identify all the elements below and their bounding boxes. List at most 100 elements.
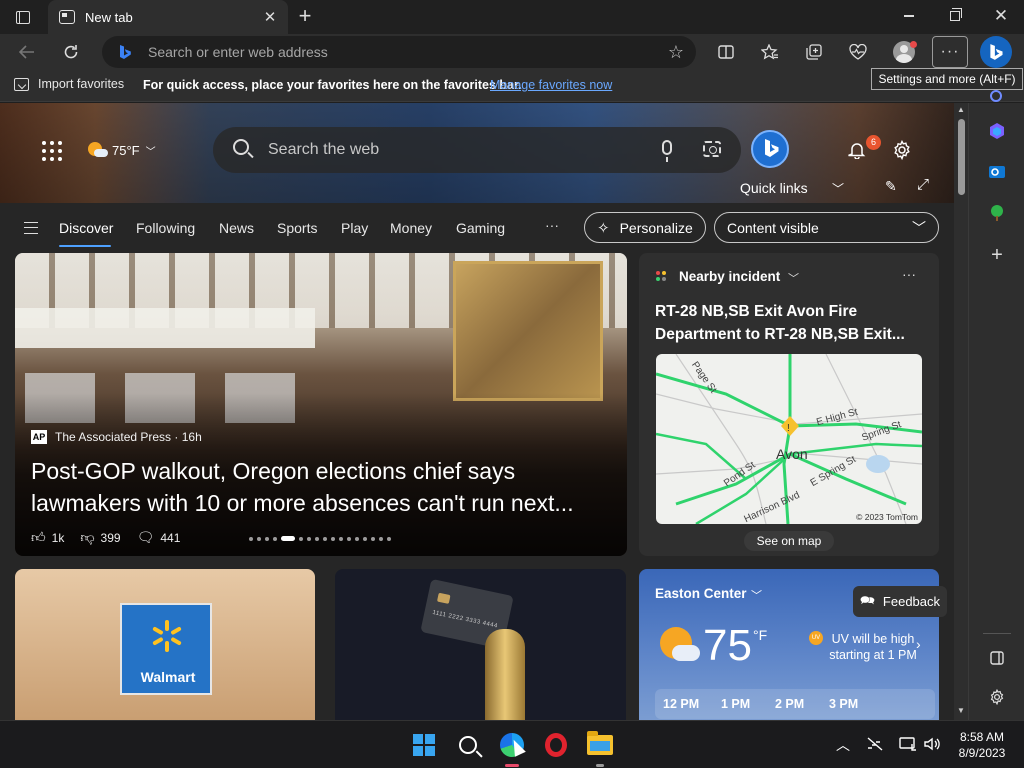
- edit-background-icon[interactable]: ✎: [885, 178, 897, 195]
- personalize-button[interactable]: ✧ Personalize: [584, 212, 706, 243]
- sidebar-add-icon[interactable]: +: [987, 244, 1007, 266]
- search-icon: [233, 139, 249, 155]
- collections-icon: [806, 44, 822, 60]
- tab-money[interactable]: Money: [390, 220, 432, 236]
- feedback-button[interactable]: 🗪 Feedback: [853, 586, 947, 617]
- bing-chat-button[interactable]: [751, 130, 789, 168]
- profile-button[interactable]: [889, 38, 919, 66]
- credit-card-news-card[interactable]: 1111 2222 3333 4444: [335, 569, 626, 720]
- taskbar-search-button[interactable]: [452, 729, 484, 761]
- refresh-button[interactable]: [56, 38, 86, 66]
- visual-search-icon[interactable]: [703, 141, 721, 157]
- chevron-down-icon[interactable]: ﹀: [751, 587, 762, 603]
- page-settings-gear-icon[interactable]: [892, 140, 912, 160]
- carousel-dots[interactable]: [249, 536, 391, 541]
- refresh-icon: [64, 45, 78, 59]
- like-button[interactable]: 👍︎ 1k: [31, 529, 64, 546]
- more-options-icon[interactable]: ···: [902, 266, 916, 282]
- tab-discover[interactable]: Discover: [59, 220, 113, 236]
- walmart-news-card[interactable]: Walmart: [15, 569, 315, 720]
- scroll-up-arrow-icon[interactable]: ▲: [957, 105, 965, 114]
- app-launcher-icon[interactable]: [42, 141, 62, 161]
- address-bar[interactable]: ☆: [102, 36, 696, 68]
- weather-chip[interactable]: 75°F ﹀: [86, 140, 156, 160]
- taskbar-file-explorer-button[interactable]: [584, 729, 616, 761]
- tab-play[interactable]: Play: [341, 220, 368, 236]
- sidebar-hide-icon[interactable]: [987, 648, 1007, 668]
- windows-logo-icon: [413, 734, 435, 756]
- scroll-thumb[interactable]: [958, 119, 965, 195]
- show-hidden-icons-chevron-up-icon[interactable]: ︿: [836, 735, 850, 755]
- more-tabs-button[interactable]: ···: [545, 217, 559, 233]
- network-disconnected-icon[interactable]: [866, 736, 884, 752]
- close-window-button[interactable]: ✕: [978, 0, 1024, 32]
- profile-alert-dot: [910, 41, 917, 48]
- split-screen-button[interactable]: [711, 38, 741, 66]
- taskbar-clock[interactable]: 8:58 AM 8/9/2023: [948, 729, 1016, 761]
- tab-gaming[interactable]: Gaming: [456, 220, 505, 236]
- microphone-icon[interactable]: [662, 140, 672, 162]
- sidebar-divider: [983, 633, 1011, 634]
- weather-location[interactable]: Easton Center: [655, 586, 747, 601]
- import-favorites-label: Import favorites: [38, 77, 125, 91]
- settings-and-more-button[interactable]: ···: [932, 36, 968, 68]
- content-visibility-dropdown[interactable]: Content visible ﹀: [714, 212, 939, 243]
- tab-close-icon[interactable]: ✕: [258, 5, 282, 29]
- copilot-button[interactable]: [980, 36, 1012, 68]
- restore-button[interactable]: [932, 0, 978, 32]
- display-icon[interactable]: [899, 736, 917, 752]
- minimize-icon: [904, 15, 914, 17]
- chevron-right-icon[interactable]: ›: [916, 636, 921, 652]
- chevron-down-icon[interactable]: ﹀: [832, 180, 844, 197]
- dislike-button[interactable]: 👎︎ 399: [80, 529, 120, 546]
- start-button[interactable]: [408, 729, 440, 761]
- address-input[interactable]: [148, 36, 648, 68]
- scroll-down-arrow-icon[interactable]: ▼: [957, 706, 965, 715]
- page-scrollbar[interactable]: ▲ ▼: [954, 103, 968, 720]
- notifications-bell-icon[interactable]: [848, 141, 866, 159]
- see-on-map-button[interactable]: See on map: [744, 531, 834, 551]
- add-favorite-star-icon[interactable]: ☆: [668, 42, 684, 63]
- tab-news[interactable]: News: [219, 220, 254, 236]
- browser-essentials-button[interactable]: [843, 38, 873, 66]
- split-screen-icon: [718, 45, 734, 59]
- active-tab-indicator: [59, 245, 111, 247]
- tab-new-tab[interactable]: New tab ✕: [48, 0, 288, 34]
- collections-button[interactable]: [799, 38, 829, 66]
- comments-button[interactable]: 🗨︎ 441: [137, 529, 181, 546]
- sidebar-settings-gear-icon[interactable]: [987, 687, 1007, 707]
- sidebar-outlook-icon[interactable]: [987, 162, 1007, 182]
- incident-map[interactable]: ! Page St E High St E Spring St Spring S…: [656, 354, 922, 524]
- web-search-box[interactable]: [213, 127, 741, 173]
- menu-hamburger-icon[interactable]: [24, 222, 38, 234]
- sparkle-star-icon: ✧: [597, 219, 610, 237]
- incident-title[interactable]: RT-28 NB,SB Exit Avon Fire Department to…: [655, 300, 925, 346]
- uv-alert-text[interactable]: UV will be high starting at 1 PM: [823, 631, 923, 663]
- sidebar-search-icon[interactable]: [987, 87, 1007, 107]
- manage-favorites-link[interactable]: Manage favorites now: [490, 78, 612, 92]
- feedback-label: Feedback: [882, 594, 941, 609]
- taskbar-opera-button[interactable]: [540, 729, 572, 761]
- quick-links-toggle[interactable]: Quick links: [740, 180, 808, 196]
- minimize-button[interactable]: [886, 0, 932, 32]
- web-search-input[interactable]: [268, 127, 648, 173]
- back-button[interactable]: [12, 38, 42, 66]
- tab-sports[interactable]: Sports: [277, 220, 317, 236]
- sidebar-copilot-icon[interactable]: [987, 121, 1007, 141]
- new-tab-button[interactable]: +: [292, 4, 318, 30]
- expand-icon[interactable]: ⤢: [917, 176, 929, 193]
- volume-icon[interactable]: [923, 736, 941, 752]
- sidebar-games-tree-icon[interactable]: [987, 203, 1007, 223]
- forecast-hour: 12 PM: [663, 697, 700, 711]
- tab-following[interactable]: Following: [136, 220, 195, 236]
- uv-icon: UV: [809, 631, 823, 645]
- chevron-down-icon[interactable]: ﹀: [788, 270, 799, 286]
- tab-actions-button[interactable]: [10, 7, 36, 27]
- headline[interactable]: Post-GOP walkout, Oregon elections chief…: [31, 455, 621, 519]
- forecast-hour: 3 PM: [829, 697, 859, 711]
- favorites-button[interactable]: [755, 38, 785, 66]
- hero-news-card[interactable]: AP The Associated Press · 16h Post-GOP w…: [15, 253, 627, 556]
- nearby-incident-card[interactable]: Nearby incident ﹀ ··· RT-28 NB,SB Exit A…: [639, 253, 939, 556]
- source-logo: AP: [31, 430, 47, 444]
- import-favorites-button[interactable]: Import favorites: [14, 77, 124, 91]
